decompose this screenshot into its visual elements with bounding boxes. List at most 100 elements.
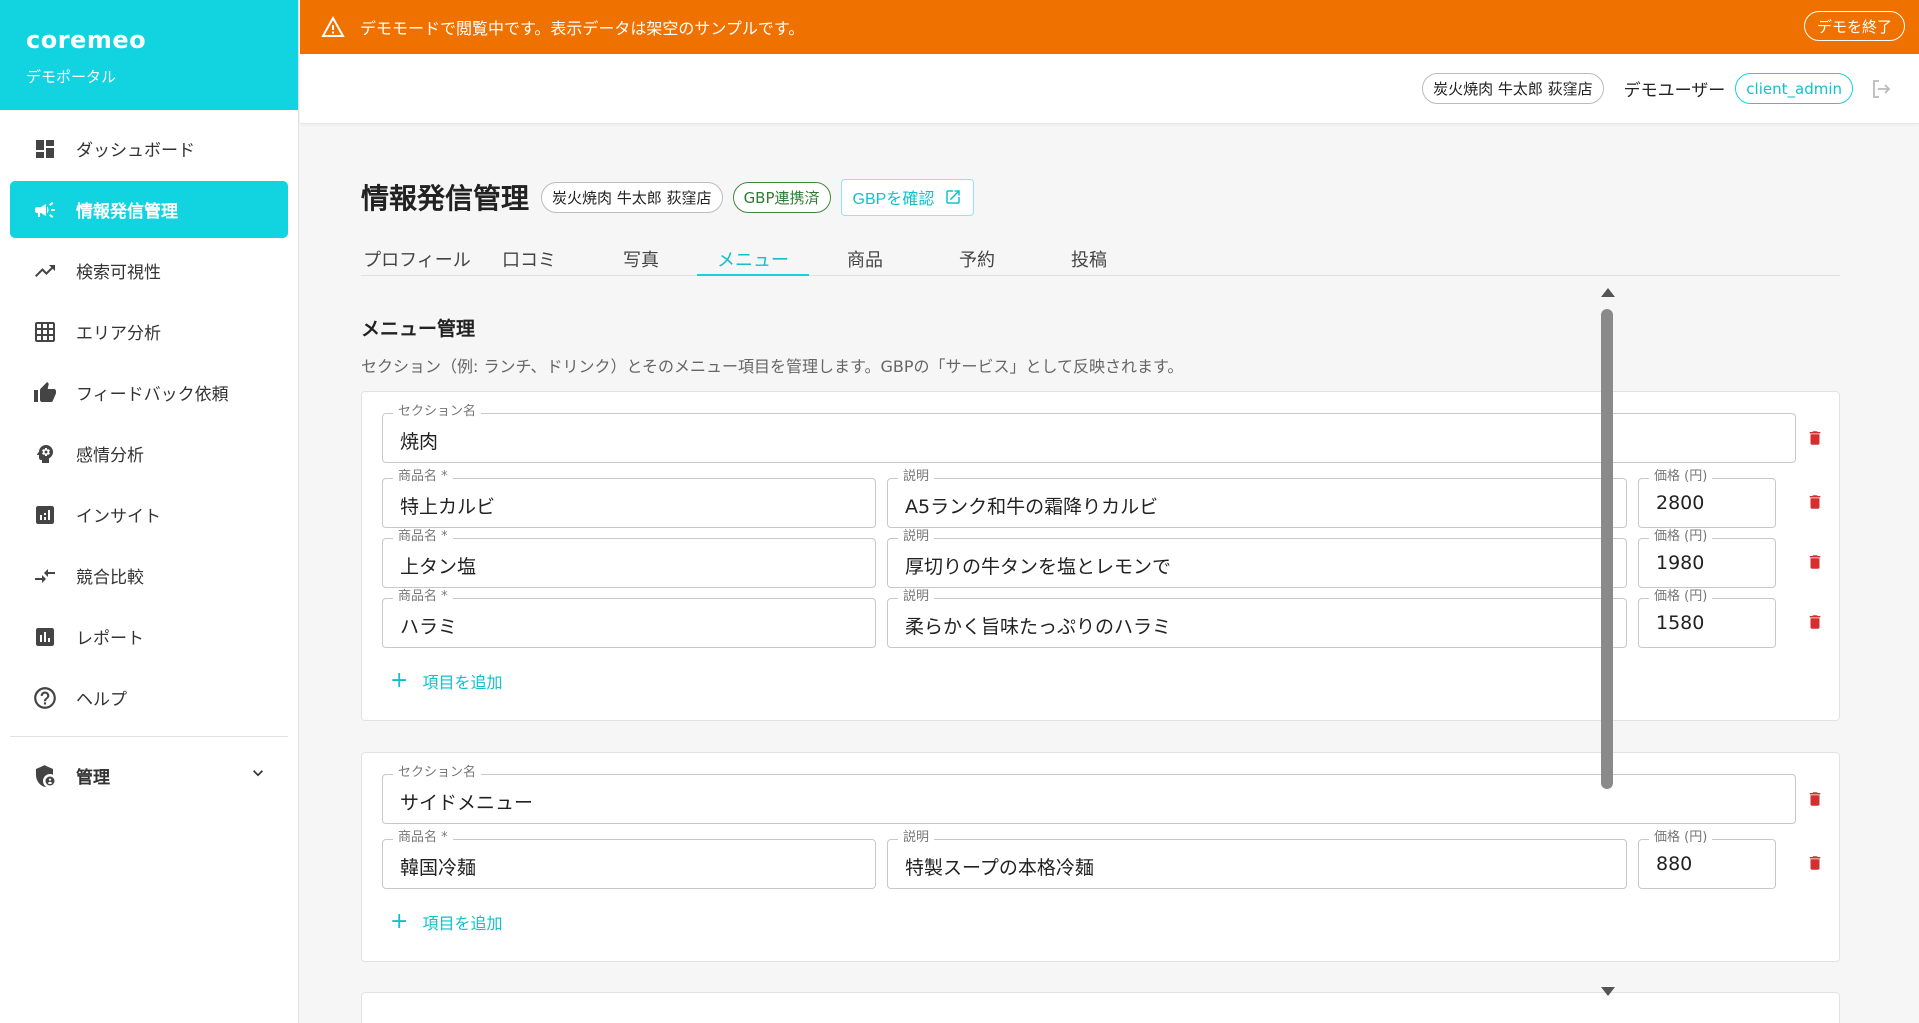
demo-banner-text: デモモードで閲覧中です。表示データは架空のサンプルです。	[360, 19, 805, 38]
sidebar-item-label: ヘルプ	[76, 690, 127, 710]
user-name: デモユーザー	[1623, 81, 1726, 101]
item-price-field[interactable]: 価格 (円) 880	[1638, 830, 1776, 889]
sidebar-nav: ダッシュボード 情報発信管理 検索可視性 エリア分析 フィードバック依頼 感情分…	[0, 110, 298, 804]
sidebar-item-sentiment[interactable]: 感情分析	[10, 425, 288, 482]
tab-photos[interactable]: 写真	[585, 230, 697, 275]
menu-section-card	[361, 992, 1840, 1023]
scrollbar-thumb[interactable]	[1601, 309, 1613, 789]
gbp-linked-chip: GBP連携済	[732, 181, 831, 213]
add-item-button[interactable]: + 項目を追加	[390, 910, 502, 934]
add-item-button[interactable]: + 項目を追加	[390, 669, 502, 693]
delete-section-icon[interactable]	[1803, 785, 1827, 813]
sidebar-item-search-visibility[interactable]: 検索可視性	[10, 242, 288, 299]
brand-subtitle: デモポータル	[26, 68, 117, 86]
field-label: セクション名	[393, 404, 482, 420]
logout-icon[interactable]	[1869, 77, 1893, 101]
item-description-field[interactable]: 説明 柔らかく旨味たっぷりのハラミ	[887, 589, 1627, 648]
store-chip[interactable]: 炭火焼肉 牛太郎 荻窪店	[1422, 73, 1604, 104]
item-description-field[interactable]: 説明 厚切りの牛タンを塩とレモンで	[887, 529, 1627, 588]
field-label: 価格 (円)	[1649, 589, 1713, 605]
sidebar-item-label: 管理	[76, 768, 110, 788]
item-price-value: 1580	[1656, 612, 1705, 634]
field-label: 価格 (円)	[1649, 469, 1713, 485]
item-name-field[interactable]: 商品名 * 上タン塩	[382, 529, 876, 588]
field-label: 商品名 *	[393, 469, 453, 485]
delete-item-icon[interactable]	[1803, 608, 1827, 636]
sidebar-item-dashboard[interactable]: ダッシュボード	[10, 120, 288, 177]
dashboard-icon	[30, 134, 60, 164]
thumbs-up-icon	[30, 378, 60, 408]
report-icon	[30, 622, 60, 652]
add-item-label: 項目を追加	[422, 914, 503, 933]
chevron-down-icon	[248, 763, 268, 788]
section-name-field[interactable]: セクション名 サイドメニュー	[382, 765, 1796, 824]
item-price-field[interactable]: 価格 (円) 1980	[1638, 529, 1776, 588]
page-title: 情報発信管理	[361, 182, 530, 215]
sidebar-item-competitors[interactable]: 競合比較	[10, 547, 288, 604]
field-label: 商品名 *	[393, 529, 453, 545]
tab-menu[interactable]: メニュー	[697, 230, 809, 276]
header-user-area: 炭火焼肉 牛太郎 荻窪店 デモユーザー client_admin	[1422, 73, 1893, 104]
tab-posts[interactable]: 投稿	[1033, 230, 1145, 275]
delete-section-icon[interactable]	[1803, 424, 1827, 452]
menu-management: メニュー管理 セクション（例: ランチ、ドリンク）とそのメニュー項目を管理します…	[361, 314, 1841, 377]
grid-icon	[30, 317, 60, 347]
trending-icon	[30, 256, 60, 286]
tab-reviews[interactable]: 口コミ	[473, 230, 585, 275]
item-name-field[interactable]: 商品名 * 韓国冷麺	[382, 830, 876, 889]
sidebar-item-help[interactable]: ヘルプ	[10, 669, 288, 726]
item-name-value: ハラミ	[400, 616, 458, 638]
sidebar-item-label: レポート	[76, 629, 144, 649]
sidebar-item-insights[interactable]: インサイト	[10, 486, 288, 543]
brand: coremeo デモポータル	[0, 0, 298, 110]
role-chip: client_admin	[1735, 73, 1853, 104]
field-label: 商品名 *	[393, 830, 453, 846]
end-demo-button[interactable]: デモを終了	[1803, 11, 1905, 41]
view-gbp-button[interactable]: GBPを確認	[840, 178, 975, 216]
plus-icon: +	[390, 668, 409, 693]
section-name-value: 焼肉	[400, 431, 439, 453]
field-label: 価格 (円)	[1649, 830, 1713, 846]
sidebar-item-label: 情報発信管理	[76, 202, 178, 222]
menu-description: セクション（例: ランチ、ドリンク）とそのメニュー項目を管理します。GBPの「サ…	[361, 357, 1184, 376]
sidebar-item-label: フィードバック依頼	[76, 385, 229, 405]
tab-products[interactable]: 商品	[809, 230, 921, 275]
field-label: 価格 (円)	[1649, 529, 1713, 545]
sidebar-item-publishing[interactable]: 情報発信管理	[10, 181, 288, 238]
section-name-value: サイドメニュー	[400, 792, 534, 814]
item-price-field[interactable]: 価格 (円) 2800	[1638, 469, 1776, 528]
item-price-field[interactable]: 価格 (円) 1580	[1638, 589, 1776, 648]
tab-profile[interactable]: プロフィール	[361, 230, 473, 275]
store-name-chip: 炭火焼肉 牛太郎 荻窪店	[541, 181, 723, 213]
sidebar-item-label: エリア分析	[76, 324, 161, 344]
scroll-up-arrow[interactable]	[1601, 288, 1615, 297]
delete-item-icon[interactable]	[1803, 548, 1827, 576]
sidebar-item-label: 検索可視性	[76, 263, 161, 283]
section-name-field[interactable]: セクション名 焼肉	[382, 404, 1796, 463]
sidebar-item-area-analysis[interactable]: エリア分析	[10, 303, 288, 360]
menu-section-card: セクション名 焼肉 商品名 * 特上カルビ 説明 A5ランク和牛の霜降りカルビ …	[361, 391, 1840, 721]
item-price-value: 2800	[1656, 492, 1705, 514]
scroll-down-arrow[interactable]	[1601, 987, 1615, 996]
sidebar-item-report[interactable]: レポート	[10, 608, 288, 665]
item-name-field[interactable]: 商品名 * ハラミ	[382, 589, 876, 648]
tab-reservations[interactable]: 予約	[921, 230, 1033, 275]
delete-item-icon[interactable]	[1803, 849, 1827, 877]
field-label: 説明	[898, 529, 935, 545]
item-description-value: A5ランク和牛の霜降りカルビ	[905, 496, 1159, 518]
view-gbp-label: GBPを確認	[852, 191, 935, 208]
sidebar-item-admin[interactable]: 管理	[10, 747, 288, 804]
field-label: 説明	[898, 589, 935, 605]
item-price-value: 880	[1656, 853, 1693, 875]
item-name-field[interactable]: 商品名 * 特上カルビ	[382, 469, 876, 528]
item-description-field[interactable]: 説明 A5ランク和牛の霜降りカルビ	[887, 469, 1627, 528]
insights-icon	[30, 500, 60, 530]
item-description-value: 厚切りの牛タンを塩とレモンで	[905, 556, 1172, 578]
sidebar-item-feedback[interactable]: フィードバック依頼	[10, 364, 288, 421]
field-label: 商品名 *	[393, 589, 453, 605]
top-header: 炭火焼肉 牛太郎 荻窪店 デモユーザー client_admin	[300, 54, 1919, 124]
delete-item-icon[interactable]	[1803, 488, 1827, 516]
item-description-field[interactable]: 説明 特製スープの本格冷麺	[887, 830, 1627, 889]
help-icon	[30, 683, 60, 713]
compare-icon	[30, 561, 60, 591]
